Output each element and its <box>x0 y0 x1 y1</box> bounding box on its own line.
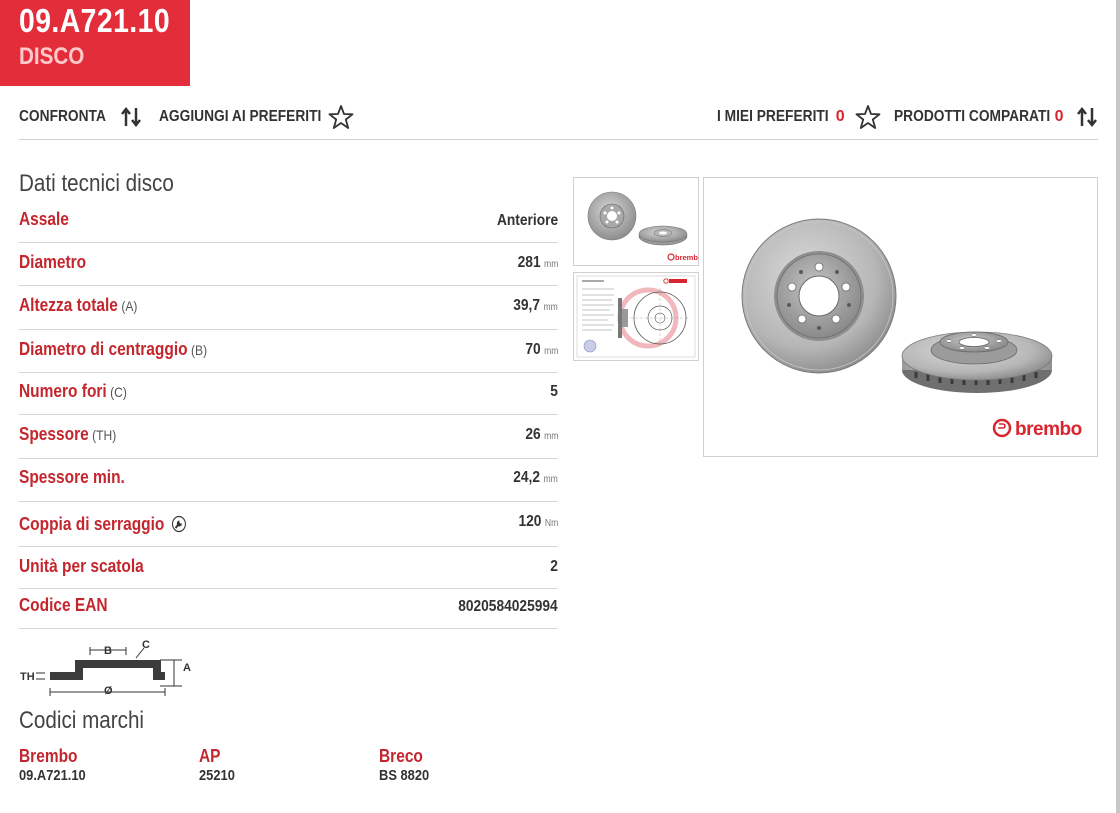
brand-code-breco: Breco BS 8820 <box>379 746 437 784</box>
spec-value: 39,7 mm <box>513 297 558 314</box>
spec-label: Coppia di serraggio <box>19 514 187 535</box>
spec-value: 120 Nm <box>518 513 558 530</box>
svg-text:brembo: brembo <box>1015 419 1082 440</box>
window-edge <box>1116 0 1120 813</box>
spec-row-ean: Codice EAN 8020584025994 <box>19 589 558 629</box>
spec-row-thickness: Spessore (TH) 26 mm <box>19 415 558 459</box>
compared-label: PRODOTTI COMPARATI <box>894 108 1051 125</box>
add-favorites-label: AGGIUNGI AI PREFERITI <box>159 108 322 125</box>
spec-row-units-per-box: Unità per scatola 2 <box>19 547 558 589</box>
compare-button[interactable]: CONFRONTA <box>19 104 144 130</box>
tech-data-title: Dati tecnici disco <box>19 170 174 197</box>
diagram-label-b: B <box>104 645 112 657</box>
spec-row-total-height: Altezza totale (A) 39,7 mm <box>19 286 558 330</box>
brand-name: Brembo <box>19 746 78 766</box>
spec-label: Numero fori (C) <box>19 381 127 401</box>
brake-disc-thumbnail-image: brembo <box>587 191 703 262</box>
star-outline-icon <box>855 105 881 129</box>
product-toolbar: CONFRONTA AGGIUNGI AI PREFERITI I MIEI P… <box>19 100 1098 140</box>
brand-code: BS 8820 <box>379 767 430 784</box>
my-favorites-button[interactable]: I MIEI PREFERITI 0 <box>717 104 881 130</box>
brembo-logo: brembo <box>667 253 703 262</box>
favorites-count: 0 <box>835 108 845 125</box>
brand-name: Breco <box>379 746 423 766</box>
brand-code: 25210 <box>199 767 235 784</box>
compare-arrows-icon <box>121 106 142 128</box>
spec-label: Spessore min. <box>19 467 125 487</box>
spec-value: 8020584025994 <box>458 598 558 615</box>
compare-label: CONFRONTA <box>19 108 106 125</box>
star-outline-icon <box>328 105 354 129</box>
spec-value: 281 mm <box>517 254 558 271</box>
spec-row-min-thickness: Spessore min. 24,2 mm <box>19 459 558 502</box>
brand-code-ap: AP 25210 <box>199 746 241 784</box>
spec-value: Anteriore <box>496 212 558 229</box>
spec-label: Unità per scatola <box>19 556 144 576</box>
compared-products-button[interactable]: PRODOTTI COMPARATI 0 <box>894 104 1100 130</box>
spec-value: 5 <box>550 383 558 400</box>
spec-value: 24,2 mm <box>513 469 558 486</box>
spec-row-holes: Numero fori (C) 5 <box>19 373 558 415</box>
product-badge: 09.A721.10 DISCO <box>0 0 190 86</box>
brand-code-brembo: Brembo 09.A721.10 <box>19 746 97 784</box>
spec-label: Spessore (TH) <box>19 424 117 444</box>
compared-count: 0 <box>1054 108 1064 125</box>
spec-label: Codice EAN <box>19 595 108 615</box>
my-favorites-label: I MIEI PREFERITI <box>717 108 829 125</box>
diagram-label-c: C <box>142 639 150 651</box>
wrench-icon <box>172 515 186 533</box>
product-type: DISCO <box>19 43 85 70</box>
spec-label: Assale <box>19 209 69 229</box>
compare-arrows-icon <box>1076 106 1097 128</box>
brembo-logo: brembo <box>992 418 1082 440</box>
spec-row-centering-diameter: Diametro di centraggio (B) 70 mm <box>19 330 558 373</box>
spec-value: 2 <box>550 558 558 575</box>
technical-drawing-thumbnail-image <box>576 275 696 358</box>
main-product-image: brembo <box>703 177 1098 457</box>
spec-label: Diametro <box>19 252 87 272</box>
brake-disc-image: brembo <box>741 218 1082 440</box>
product-code: 09.A721.10 <box>19 2 171 39</box>
diagram-label-diameter: Ø <box>104 685 113 697</box>
diagram-label-a: A <box>183 662 191 674</box>
brand-code: 09.A721.10 <box>19 767 86 784</box>
spec-row-axle: Assale Anteriore <box>19 198 558 243</box>
spec-label: Diametro di centraggio (B) <box>19 339 208 359</box>
svg-text:brembo: brembo <box>675 253 698 262</box>
spec-row-torque: Coppia di serraggio 120 Nm <box>19 502 558 547</box>
disc-cross-section-diagram: TH B C A Ø <box>20 639 191 697</box>
add-to-favorites-button[interactable]: AGGIUNGI AI PREFERITI <box>159 104 354 130</box>
tech-specs-table: Assale Anteriore Diametro 281 mm Altezza … <box>19 198 558 629</box>
brand-codes-title: Codici marchi <box>19 707 145 734</box>
spec-row-diameter: Diametro 281 mm <box>19 243 558 286</box>
thumbnail-product-photo[interactable]: brembo <box>573 177 703 266</box>
spec-label: Altezza totale (A) <box>19 295 138 315</box>
spec-value: 70 mm <box>524 341 558 358</box>
brand-name: AP <box>199 746 221 766</box>
spec-value: 26 mm <box>524 426 558 443</box>
diagram-label-th: TH <box>20 671 35 683</box>
thumbnail-technical-drawing[interactable] <box>573 272 699 361</box>
